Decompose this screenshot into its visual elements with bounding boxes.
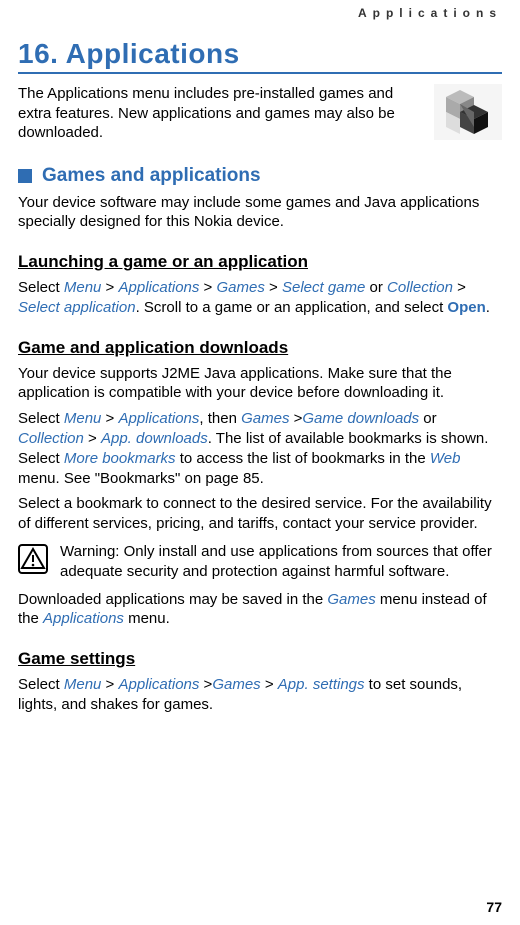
subsection-launching: Launching a game or an application xyxy=(18,252,502,272)
running-header: Applications xyxy=(18,0,502,24)
warning-icon xyxy=(18,544,48,574)
applications-cubes-icon xyxy=(434,84,502,140)
intro-paragraph: The Applications menu includes pre-insta… xyxy=(18,84,424,143)
downloads-p1: Your device supports J2ME Java applicati… xyxy=(18,364,502,404)
select-game-link: Select game xyxy=(282,279,365,296)
warning-text: Warning: Only install and use applicatio… xyxy=(60,542,502,582)
applications-link: Applications xyxy=(119,279,200,296)
downloads-p2: Select Menu > Applications, then Games >… xyxy=(18,409,502,488)
saved-paragraph: Downloaded applications may be saved in … xyxy=(18,590,502,630)
section-square-icon xyxy=(18,169,32,183)
section-games-and-applications: Games and applications xyxy=(18,165,502,187)
settings-paragraph: Select Menu > Applications >Games > App.… xyxy=(18,675,502,715)
menu-link: Menu xyxy=(64,279,102,296)
section-title-text: Games and applications xyxy=(42,165,261,187)
subsection-game-settings: Game settings xyxy=(18,649,502,669)
section1-body: Your device software may include some ga… xyxy=(18,193,502,233)
collection-link: Collection xyxy=(387,279,453,296)
open-label: Open xyxy=(447,299,485,316)
games-link: Games xyxy=(217,279,265,296)
select-application-link: Select application xyxy=(18,299,136,316)
downloads-p3: Select a bookmark to connect to the desi… xyxy=(18,494,502,534)
chapter-title: 16. Applications xyxy=(18,38,502,74)
launching-paragraph: Select Menu > Applications > Games > Sel… xyxy=(18,278,502,318)
subsection-downloads: Game and application downloads xyxy=(18,338,502,358)
page-number: 77 xyxy=(486,899,502,915)
